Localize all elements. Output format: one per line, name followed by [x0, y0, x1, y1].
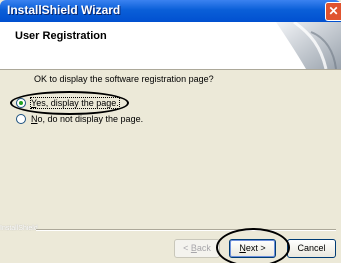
radio-no-label: No, do not display the page.	[31, 114, 144, 124]
back-button[interactable]: < Back	[174, 239, 220, 258]
footer-divider	[36, 229, 336, 231]
title-bar[interactable]: InstallShield Wizard ✕	[0, 0, 341, 22]
cancel-button[interactable]: Cancel	[287, 239, 336, 258]
question-text: OK to display the software registration …	[34, 74, 214, 84]
window-title: InstallShield Wizard	[7, 3, 121, 17]
installshield-graphic-icon	[276, 22, 341, 69]
highlight-oval-yes	[10, 91, 129, 115]
radio-button-no[interactable]	[16, 114, 26, 124]
highlight-oval-next	[216, 228, 290, 263]
close-icon[interactable]: ✕	[325, 2, 341, 21]
installshield-window: InstallShield Wizard ✕ User Registration…	[0, 0, 341, 263]
installshield-brand: InstallShield	[0, 225, 38, 232]
wizard-header: User Registration	[0, 22, 341, 70]
page-title: User Registration	[15, 30, 107, 42]
